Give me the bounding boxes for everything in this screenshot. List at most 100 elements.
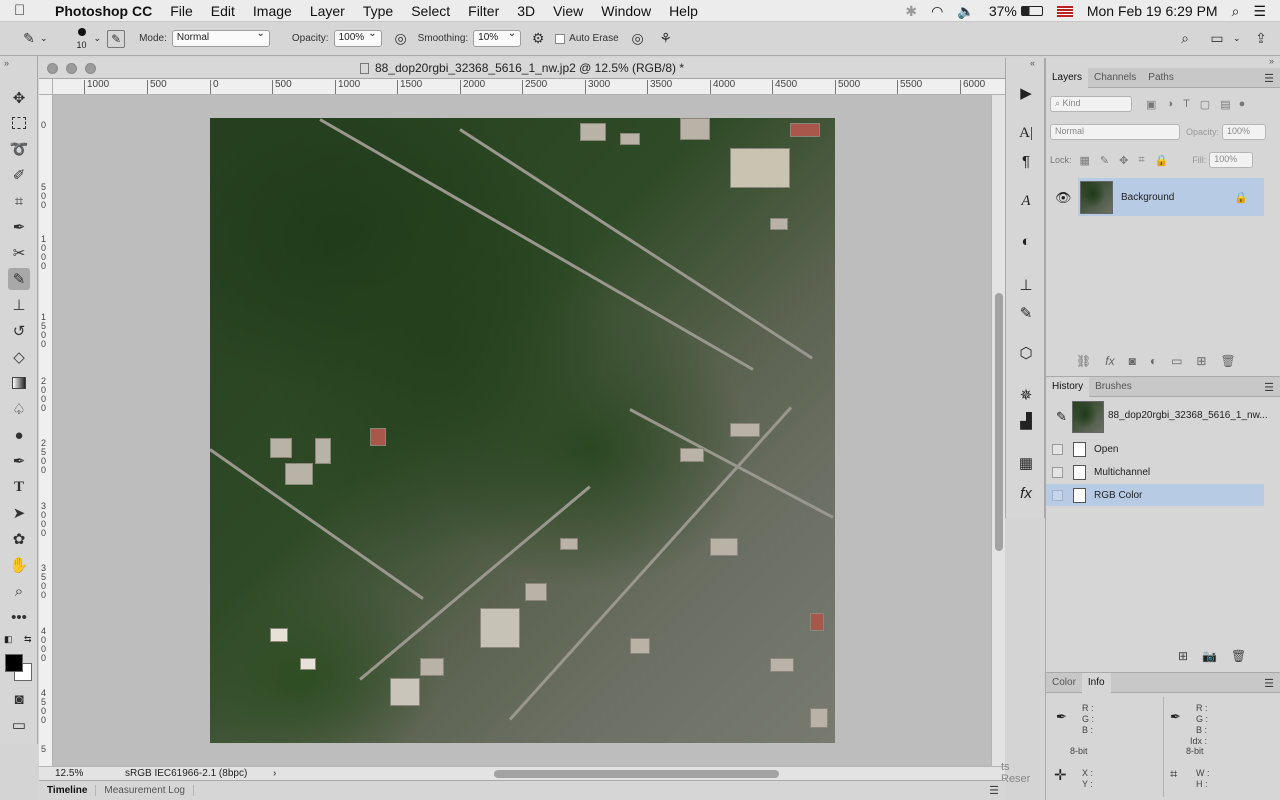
tab-paths[interactable]: Paths [1142, 68, 1180, 88]
history-brush-tool-icon[interactable]: ↺ [8, 320, 30, 342]
strip-collapse-icon[interactable]: « [1030, 58, 1035, 68]
dodge-tool-icon[interactable]: ● [8, 424, 30, 446]
panel-menu-icon[interactable]: ☰ [1264, 72, 1274, 85]
panel-collapse-icon[interactable]: » [4, 58, 9, 68]
delete-layer-icon[interactable]: 🗑 [1220, 354, 1235, 368]
zoom-level[interactable]: 12.5% [55, 767, 83, 780]
pencil-tool-preset-icon[interactable]: ✎ [18, 28, 40, 50]
auto-erase-checkbox[interactable] [555, 33, 566, 44]
workspace-dropdown-icon[interactable]: ⌄ [1233, 33, 1241, 44]
adjustments-panel-icon[interactable]: ◐ [1015, 230, 1037, 252]
eraser-tool-icon[interactable]: ◇ [8, 346, 30, 368]
smoothing-input[interactable]: 10% [473, 28, 522, 47]
layer-opacity-input[interactable]: 100% [1222, 124, 1267, 140]
brush-panel-toggle-icon[interactable]: ✎ [107, 29, 126, 48]
panel-collapse-icon[interactable]: » [1269, 56, 1274, 66]
ruler-origin[interactable] [39, 79, 53, 95]
history-checkbox[interactable] [1052, 443, 1063, 455]
pressure-size-icon[interactable]: ◎ [627, 28, 649, 50]
preset-dropdown-icon[interactable]: ⌄ [40, 33, 48, 44]
apple-menu-icon[interactable]:  [14, 2, 40, 19]
quick-selection-tool-icon[interactable]: ✐ [8, 164, 30, 186]
menu-image[interactable]: Image [244, 3, 301, 19]
symmetry-butterfly-icon[interactable]: ⚘ [655, 28, 677, 50]
menu-3d[interactable]: 3D [508, 3, 544, 19]
vertical-scrollbar[interactable] [991, 95, 1005, 766]
menu-window[interactable]: Window [592, 3, 660, 19]
quick-mask-icon[interactable]: ◙ [8, 688, 30, 710]
default-colors-icon[interactable]: ◧ [4, 634, 13, 645]
layer-row-background[interactable]: Background 🔒 [1078, 178, 1264, 216]
pencil-tool-icon[interactable]: ✎ [8, 268, 30, 290]
crop-tool-icon[interactable]: ⌗ [8, 190, 30, 212]
menu-help[interactable]: Help [660, 3, 707, 19]
snapshot-name[interactable]: 88_dop20rgbi_32368_5616_1_nw... [1108, 410, 1268, 421]
add-mask-icon[interactable]: ◙ [1129, 354, 1136, 368]
marquee-tool-icon[interactable] [8, 112, 30, 134]
tab-measurement-log[interactable]: Measurement Log [96, 785, 194, 796]
notification-center-icon[interactable]: ☰ [1253, 3, 1266, 20]
filter-pixel-icon[interactable]: ▣ [1146, 98, 1156, 111]
menu-filter[interactable]: Filter [459, 3, 508, 19]
swap-colors-icon[interactable]: ⇆ [24, 634, 32, 645]
lock-position-icon[interactable]: ✥ [1119, 154, 1128, 167]
shape-tool-icon[interactable]: ✿ [8, 528, 30, 550]
pen-tool-icon[interactable]: ✒ [8, 450, 30, 472]
color-sampler-left-icon[interactable]: ✒ [1056, 709, 1067, 725]
edit-toolbar-icon[interactable]: ••• [8, 606, 30, 628]
delete-state-icon[interactable]: 🗑 [1231, 649, 1246, 663]
document-profile[interactable]: sRGB IEC61966-2.1 (8bpc) [125, 767, 247, 780]
horizontal-scrollbar[interactable]: 12.5% sRGB IEC61966-2.1 (8bpc) › [39, 766, 1005, 780]
battery-icon[interactable] [1020, 6, 1043, 16]
new-snapshot-icon[interactable]: 📷 [1202, 649, 1217, 663]
color-sampler-right-icon[interactable]: ✒ [1170, 709, 1181, 725]
search-icon[interactable]: ⌕ [1174, 28, 1196, 50]
foreground-color-swatch[interactable] [5, 654, 23, 672]
history-brush-source-icon[interactable]: ✎ [1056, 409, 1067, 425]
link-layers-icon[interactable]: ⛓ [1076, 354, 1091, 368]
history-checkbox[interactable] [1052, 489, 1063, 501]
gradient-tool-icon[interactable] [8, 372, 30, 394]
filter-smart-object-icon[interactable]: ▤ [1220, 98, 1230, 111]
adjustment-layer-icon[interactable]: ◐ [1150, 354, 1157, 368]
zoom-window-button[interactable] [85, 63, 96, 74]
history-checkbox[interactable] [1052, 466, 1063, 478]
filter-kind-select[interactable]: ⌕ Kind [1050, 96, 1132, 112]
clone-stamp-tool-icon[interactable]: ⊥ [8, 294, 30, 316]
snapshot-thumbnail[interactable] [1072, 401, 1104, 433]
lasso-tool-icon[interactable]: ➰ [8, 138, 30, 160]
menu-layer[interactable]: Layer [301, 3, 354, 19]
new-document-from-state-icon[interactable]: ⊞ [1178, 649, 1188, 663]
pressure-opacity-icon[interactable]: ◎ [390, 28, 412, 50]
move-tool-icon[interactable]: ✥ [8, 87, 30, 109]
vertical-scroll-thumb[interactable] [995, 293, 1003, 551]
aerial-photo-canvas[interactable] [210, 118, 835, 743]
share-icon[interactable]: ⇪ [1250, 28, 1272, 50]
filter-adjustment-icon[interactable]: ◑ [1166, 98, 1173, 110]
menu-view[interactable]: View [544, 3, 592, 19]
histogram-icon[interactable]: ▟ [1015, 410, 1037, 432]
tab-color[interactable]: Color [1046, 673, 1082, 693]
zoom-tool-icon[interactable]: ⌕ [8, 580, 30, 602]
type-tool-icon[interactable]: T [8, 476, 30, 498]
close-window-button[interactable] [47, 63, 58, 74]
app-menu[interactable]: Photoshop CC [46, 3, 161, 19]
layer-name[interactable]: Background [1121, 192, 1174, 203]
layer-style-fx-icon[interactable]: fx [1105, 354, 1114, 368]
navigator-icon[interactable]: ✵ [1015, 384, 1037, 406]
tab-timeline[interactable]: Timeline [39, 785, 97, 796]
menu-file[interactable]: File [161, 3, 202, 19]
blend-mode-select[interactable]: Normal [1050, 124, 1180, 140]
workspace-switcher-icon[interactable]: ▭ [1206, 28, 1228, 50]
horizontal-scroll-thumb[interactable] [494, 770, 779, 778]
tab-channels[interactable]: Channels [1088, 68, 1142, 88]
lock-all-icon[interactable]: 🔒 [1155, 154, 1169, 167]
panel-menu-icon[interactable]: ☰ [989, 784, 999, 797]
wifi-icon[interactable]: ◠ [931, 3, 943, 20]
horizontal-ruler[interactable]: 1000 500 0 500 1000 1500 2000 2500 3000 … [53, 79, 1005, 95]
tab-brushes[interactable]: Brushes [1089, 377, 1138, 397]
clone-source-icon[interactable]: ⊥ [1015, 274, 1037, 296]
brush-dropdown-icon[interactable]: ⌄ [94, 33, 102, 44]
lock-artboard-icon[interactable]: ⌗ [1138, 154, 1144, 167]
properties-grid-icon[interactable]: ▦ [1015, 452, 1037, 474]
